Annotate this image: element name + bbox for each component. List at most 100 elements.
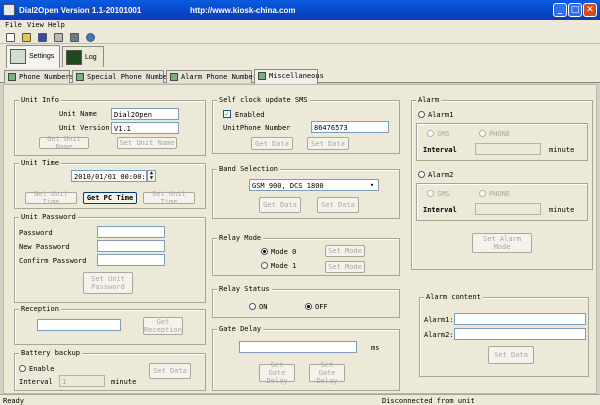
- view-tabs: Settings Log: [0, 44, 600, 68]
- set-unit-name-button[interactable]: Set Unit Name: [117, 137, 177, 149]
- relay-on-radio[interactable]: [249, 303, 256, 310]
- confirm-password-input[interactable]: [97, 254, 165, 266]
- alarm2-sms-radio[interactable]: [427, 190, 434, 197]
- gate-delay-input[interactable]: [239, 341, 357, 353]
- tab-miscellaneous[interactable]: Miscellaneous: [254, 69, 324, 84]
- band-selection-group: Band Selection GSM 900, DCS 1800 ▾ Get Da…: [212, 165, 400, 219]
- set-unit-password-button[interactable]: Set Unit Password: [83, 272, 133, 294]
- relay-mode1-radio[interactable]: [261, 262, 268, 269]
- self-clock-set-data-button[interactable]: Set Data: [307, 137, 349, 150]
- new-password-input[interactable]: [97, 240, 165, 252]
- alarm2-interval-input[interactable]: [475, 203, 541, 215]
- tab-log[interactable]: Log: [62, 46, 104, 67]
- globe-icon[interactable]: [86, 33, 95, 42]
- group-title: Relay Status: [217, 285, 272, 293]
- battery-enable-radio[interactable]: [19, 365, 26, 372]
- get-gate-delay-button[interactable]: Get Gate Delay: [259, 361, 295, 385]
- save-icon[interactable]: [38, 33, 47, 42]
- alarm-content-set-data-button[interactable]: Set Data: [488, 346, 534, 364]
- menu-help[interactable]: Help: [48, 21, 65, 29]
- alarm1-sms-label: SMS: [437, 130, 450, 138]
- battery-interval-input[interactable]: 1: [59, 375, 105, 387]
- group-title: Alarm content: [424, 293, 483, 301]
- unit-name-input[interactable]: Dial2Open: [111, 108, 179, 120]
- settings-tabs: Phone Numbers Special Phone Numbers Alar…: [0, 68, 600, 84]
- window-title: Dial2Open Version 1.1-20101001: [19, 6, 142, 15]
- reception-group: Reception Get Reception: [14, 305, 206, 345]
- app-icon: [3, 4, 15, 16]
- unit-time-input[interactable]: 2010/01/01 00:00:00: [71, 170, 147, 182]
- gate-delay-unit: ms: [371, 344, 380, 352]
- set-gate-delay-button[interactable]: Set Gate Delay: [309, 361, 345, 385]
- alarm1-interval-input[interactable]: [475, 143, 541, 155]
- battery-interval-unit: minute: [111, 378, 137, 386]
- self-clock-get-data-button[interactable]: Get Data: [251, 137, 293, 150]
- get-unit-name-button[interactable]: Get Unit Name: [39, 135, 89, 151]
- alarm1-radio[interactable]: [418, 111, 425, 118]
- alarm1-content-input[interactable]: [454, 313, 586, 325]
- unit-name-label: Unit Name: [59, 110, 97, 118]
- menu-view[interactable]: View: [27, 21, 44, 29]
- relay-set-mode0-button[interactable]: Set Mode: [325, 245, 365, 257]
- title-bar: Dial2Open Version 1.1-20101001 http://ww…: [0, 0, 600, 20]
- alarm1-phone-radio[interactable]: [479, 130, 486, 137]
- group-title: Unit Time: [19, 159, 61, 167]
- tab-settings[interactable]: Settings: [6, 45, 60, 68]
- alarm2-interval-unit: minute: [549, 206, 575, 214]
- unit-version-input[interactable]: V1.1: [111, 122, 179, 134]
- battery-enable-label: Enable: [29, 365, 55, 373]
- settings-icon: [10, 49, 26, 64]
- tab-special-phone-numbers[interactable]: Special Phone Numbers: [72, 70, 176, 83]
- self-clock-enabled-checkbox[interactable]: ✓: [223, 110, 231, 118]
- alarm2-content-input[interactable]: [454, 328, 586, 340]
- alarm2-radio[interactable]: [418, 171, 425, 178]
- new-icon[interactable]: [6, 33, 15, 42]
- tab-log-label: Log: [85, 54, 97, 61]
- close-button[interactable]: ✕: [583, 3, 597, 17]
- get-pc-time-button[interactable]: Get PC Time: [83, 192, 137, 204]
- maximize-button[interactable]: □: [568, 3, 582, 17]
- relay-off-radio[interactable]: [305, 303, 312, 310]
- new-password-label: New Password: [19, 243, 70, 251]
- menu-file[interactable]: File: [5, 21, 22, 29]
- unit-time-group: Unit Time 2010/01/01 00:00:00 ▲ ▼ Get Uni…: [14, 159, 206, 209]
- menu-bar: File View Help: [0, 20, 600, 31]
- alarm2-phone-radio[interactable]: [479, 190, 486, 197]
- band-get-data-button[interactable]: Get Data: [259, 197, 301, 213]
- battery-interval-label: Interval: [19, 378, 53, 386]
- alarm1-interval-unit: minute: [549, 146, 575, 154]
- phone-icon: [8, 73, 16, 81]
- time-spinner[interactable]: ▲ ▼: [147, 170, 156, 182]
- status-ready: Ready: [3, 397, 25, 405]
- self-clock-enabled-label: Enabled: [235, 111, 265, 119]
- group-title: Unit Info: [19, 96, 61, 104]
- set-alarm-mode-button[interactable]: Set Alarm Mode: [472, 233, 532, 253]
- relay-on-label: ON: [259, 303, 268, 311]
- tab-settings-label: Settings: [29, 53, 55, 60]
- settings-icon[interactable]: [70, 33, 79, 42]
- group-title: Relay Mode: [217, 234, 264, 242]
- print-icon[interactable]: [54, 33, 63, 42]
- unit-phone-number-label: UnitPhone Number: [223, 124, 291, 132]
- unit-version-label: Unit Version: [59, 124, 110, 132]
- tab-phone-numbers[interactable]: Phone Numbers: [4, 70, 74, 83]
- alarm1-sms-radio[interactable]: [427, 130, 434, 137]
- relay-mode0-radio[interactable]: [261, 248, 268, 255]
- band-select[interactable]: GSM 900, DCS 1800 ▾: [249, 179, 379, 191]
- relay-mode1-label: Mode 1: [271, 262, 297, 270]
- self-clock-group: Self clock update SMS ✓ Enabled UnitPhon…: [212, 96, 400, 154]
- toolbar: [0, 31, 600, 44]
- unit-phone-number-input[interactable]: 86476573: [311, 121, 389, 133]
- band-set-data-button[interactable]: Set Data: [317, 197, 359, 213]
- minimize-button[interactable]: _: [553, 3, 567, 17]
- get-unit-time-button[interactable]: Get Unit Time: [25, 190, 77, 206]
- relay-set-mode1-button[interactable]: Set Mode: [325, 261, 365, 273]
- set-unit-time-button[interactable]: Set Unit Time: [143, 190, 195, 206]
- battery-set-data-button[interactable]: Set Data: [149, 363, 191, 379]
- open-icon[interactable]: [22, 33, 31, 42]
- password-label: Password: [19, 229, 53, 237]
- group-title: Alarm: [416, 96, 442, 104]
- get-reception-button[interactable]: Get Reception: [143, 317, 183, 335]
- password-input[interactable]: [97, 226, 165, 238]
- tab-alarm-phone-numbers[interactable]: Alarm Phone Numbers: [166, 70, 261, 83]
